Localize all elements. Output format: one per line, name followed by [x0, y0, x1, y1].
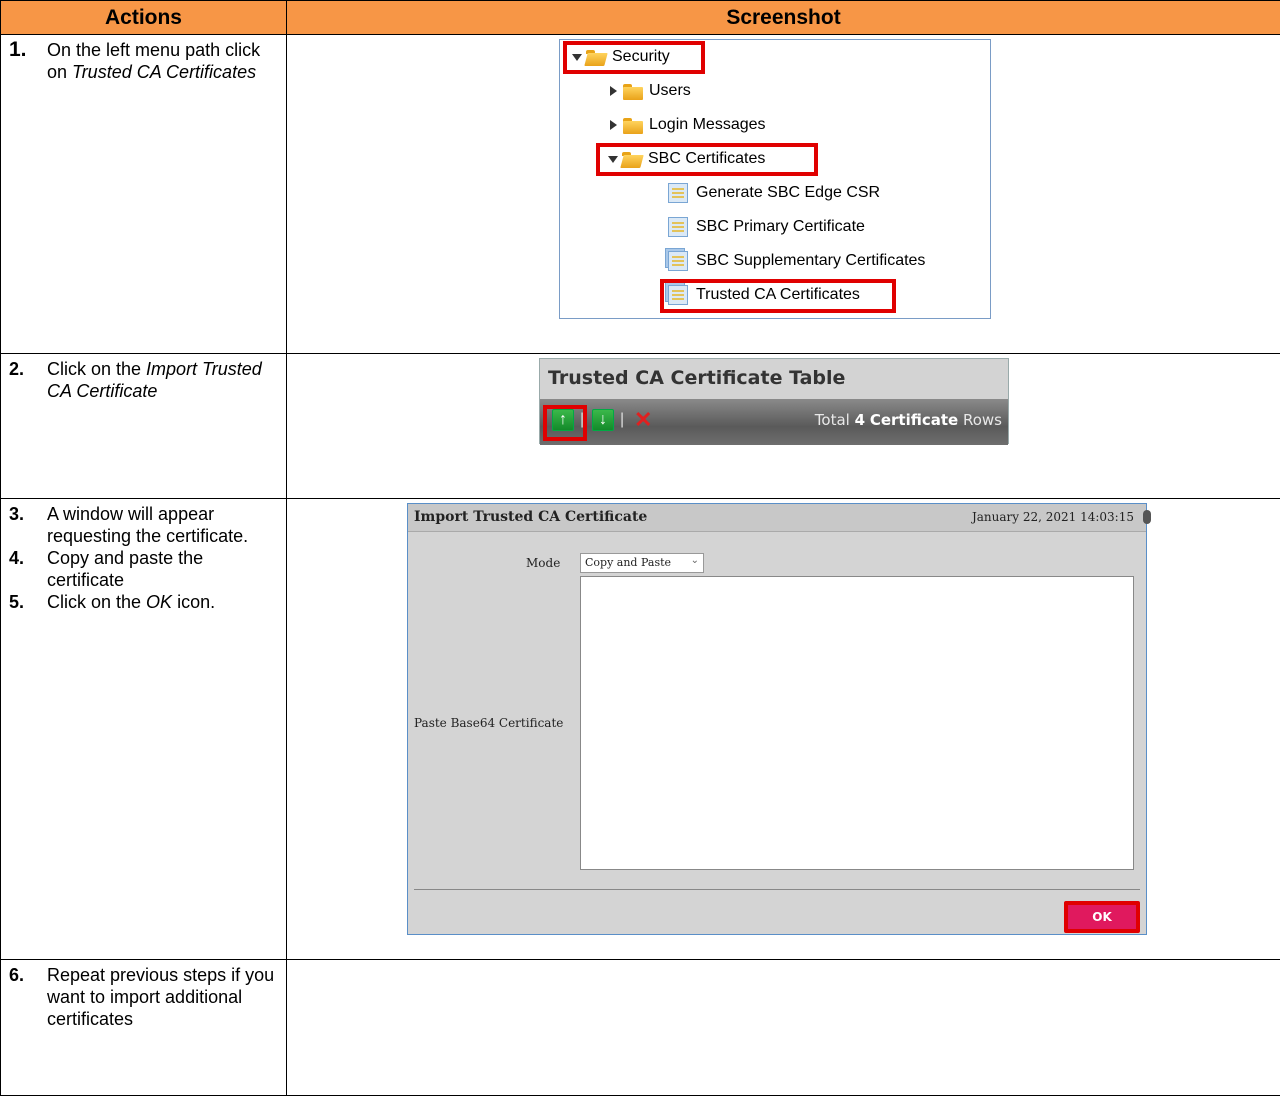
table-icon — [668, 183, 688, 203]
step-emphasis: Trusted CA Certificates — [72, 62, 257, 82]
step-number: 1. — [9, 38, 27, 61]
step-emphasis: OK — [146, 592, 173, 612]
step-6: 6. Repeat previous steps if you want to … — [7, 964, 280, 1030]
tree-item-label: Users — [649, 82, 691, 99]
folder-icon — [623, 82, 643, 100]
chevron-down-icon: ⌄ — [690, 555, 699, 566]
actions-cell-3: 3. A window will appear requesting the c… — [0, 498, 287, 960]
certificate-textarea[interactable] — [580, 576, 1134, 870]
step-text-part: Click on the — [47, 359, 147, 379]
header-row: Actions Screenshot — [0, 0, 1280, 35]
screenshot-cell-1: Security Users Login Messages SBC Certif… — [286, 34, 1280, 354]
step-2: 2. Click on the Import Trusted CA Certif… — [7, 358, 280, 402]
step-text: Repeat previous steps if you want to imp… — [47, 965, 275, 1029]
tree-item-supplementary-certificates[interactable]: SBC Supplementary Certificates — [668, 248, 925, 274]
step-text: Copy and paste the certificate — [47, 548, 204, 590]
multi-table-icon — [668, 251, 688, 271]
step-text: A window will appear requesting the cert… — [47, 504, 249, 546]
step-text: Click on the OK icon. — [47, 591, 280, 613]
collapsed-icon[interactable] — [610, 120, 617, 130]
dialog-titlebar: Import Trusted CA Certificate January 22… — [408, 504, 1151, 532]
folder-icon — [623, 116, 643, 134]
tree-item-users[interactable]: Users — [610, 78, 691, 104]
actions-cell-4: 6. Repeat previous steps if you want to … — [0, 959, 287, 1096]
screenshot-cell-3: Import Trusted CA Certificate January 22… — [286, 498, 1280, 960]
actions-cell-1: 1. On the left menu path click on Truste… — [0, 34, 287, 354]
mode-label: Mode — [526, 556, 561, 570]
step-text: Click on the Import Trusted CA Certifica… — [47, 358, 280, 402]
toolbar: ↑ | ↓ | ✕ Total 4 Certificate Rows — [540, 399, 1008, 445]
step-text-part: Click on the — [47, 592, 147, 612]
step-3: 3. A window will appear requesting the c… — [7, 503, 280, 547]
dialog-timestamp: January 22, 2021 14:03:15 — [971, 510, 1134, 524]
highlight-trusted-ca — [660, 279, 896, 313]
row-count-unit: Certificate — [869, 411, 959, 429]
table-icon — [668, 217, 688, 237]
step-row-4: 6. Repeat previous steps if you want to … — [0, 959, 1280, 1096]
highlight-security — [563, 41, 705, 74]
ok-button[interactable]: OK — [1064, 901, 1140, 933]
step-row-1: 1. On the left menu path click on Truste… — [0, 34, 1280, 354]
mode-select-value: Copy and Paste — [585, 556, 672, 569]
step-4: 4. Copy and paste the certificate — [7, 547, 280, 591]
import-certificate-dialog: Import Trusted CA Certificate January 22… — [407, 503, 1151, 935]
header-actions: Actions — [0, 0, 287, 35]
tree-item-primary-certificate[interactable]: SBC Primary Certificate — [668, 214, 865, 240]
step-text-part: icon. — [172, 592, 216, 612]
tree-item-generate-csr[interactable]: Generate SBC Edge CSR — [668, 180, 880, 206]
step-number: 3. — [9, 504, 25, 524]
step-5: 5. Click on the OK icon. — [7, 591, 280, 613]
highlight-import-button — [543, 405, 587, 441]
screenshot-cell-4 — [286, 959, 1280, 1096]
step-1: 1. On the left menu path click on Truste… — [7, 39, 280, 83]
paste-certificate-label: Paste Base64 Certificate — [414, 716, 564, 730]
divider — [414, 889, 1140, 890]
dialog-title: Import Trusted CA Certificate — [414, 509, 648, 525]
tree-item-label: SBC Supplementary Certificates — [696, 252, 926, 269]
actions-cell-2: 2. Click on the Import Trusted CA Certif… — [0, 353, 287, 499]
highlight-sbc-certificates — [596, 143, 818, 176]
step-number: 4. — [9, 548, 25, 568]
instruction-table: Actions Screenshot 1. On the left menu p… — [0, 0, 1280, 1096]
delete-icon[interactable]: ✕ — [634, 407, 652, 433]
screenshot-cell-2: Trusted CA Certificate Table ↑ | ↓ | ✕ T… — [286, 353, 1280, 499]
navigation-tree: Security Users Login Messages SBC Certif… — [559, 39, 991, 319]
tree-item-label: Generate SBC Edge CSR — [696, 184, 881, 201]
table-title: Trusted CA Certificate Table — [540, 359, 1008, 399]
tree-item-login-messages[interactable]: Login Messages — [610, 112, 766, 138]
step-row-3: 3. A window will appear requesting the c… — [0, 498, 1280, 960]
step-number: 6. — [9, 965, 25, 985]
certificate-table-toolbar: Trusted CA Certificate Table ↑ | ↓ | ✕ T… — [539, 358, 1009, 445]
step-row-2: 2. Click on the Import Trusted CA Certif… — [0, 353, 1280, 499]
step-number: 2. — [9, 359, 25, 379]
tree-item-label: SBC Primary Certificate — [696, 218, 865, 235]
collapsed-icon[interactable] — [610, 86, 617, 96]
separator: | — [620, 411, 625, 428]
export-certificate-button[interactable]: ↓ — [592, 409, 614, 431]
row-count-suffix: Rows — [962, 411, 1002, 429]
tree-item-label: Login Messages — [649, 116, 766, 133]
header-screenshot: Screenshot — [286, 0, 1280, 35]
close-icon[interactable] — [1143, 510, 1151, 524]
step-text: On the left menu path click on Trusted C… — [47, 39, 280, 83]
row-count-prefix: Total — [814, 411, 850, 429]
row-count: Total 4 Certificate Rows — [815, 411, 1002, 429]
mode-select[interactable]: Copy and Paste ⌄ — [580, 553, 704, 573]
row-count-number: 4 — [854, 411, 866, 429]
step-number: 5. — [9, 592, 25, 612]
